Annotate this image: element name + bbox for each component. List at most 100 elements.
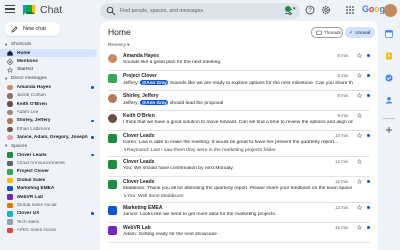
conversation-row[interactable]: Marketing EMEA Janice: Looks like we need… — [100, 203, 378, 223]
space-icon — [7, 177, 13, 184]
unread-dot — [367, 226, 370, 229]
mention-chip[interactable]: @Ann Gray — [140, 100, 169, 105]
direct-messages-header[interactable]: ▾ Direct messages — [0, 74, 100, 83]
avatar — [108, 54, 117, 63]
sidebar-item-clover-leads[interactable]: Clover Leads — [0, 151, 100, 159]
sidebar-item-marketing-emea[interactable]: Marketing EMEA — [0, 184, 100, 192]
message-preview: Maddison: Thank you all for attending th… — [123, 186, 353, 191]
reply-text: You: Well done Maddison! — [127, 194, 184, 199]
sidebar-item-global-sales-social[interactable]: Global sales social — [0, 201, 100, 209]
star-icon[interactable] — [357, 179, 362, 184]
sidebar-item-starred[interactable]: Starred — [0, 66, 100, 74]
sidebar-item-amanda-hayes[interactable]: Amanda Hayes — [0, 83, 100, 91]
star-icon[interactable] — [357, 159, 362, 164]
conversation-row[interactable]: Project Clover Jeffery: @Ann Gray Sounds … — [100, 71, 378, 91]
space-icon — [7, 202, 13, 209]
sidebar-item-tech-sales[interactable]: Tech sales — [0, 218, 100, 226]
sidebar-item-label: Project Clover — [16, 169, 50, 175]
sidebar-item-janice-adam-gregory-joseph[interactable]: Janice, Adam, Gregory, Joseph — [0, 134, 100, 142]
unread-dot — [91, 153, 94, 157]
sidebar-item-shirley-jeffery[interactable]: Shirley, Jeffery — [0, 117, 100, 125]
timestamp: 9 min — [337, 113, 348, 118]
conversation-row[interactable]: Clover Leads Maddison: Thank you all for … — [100, 177, 378, 203]
mention-chip[interactable]: @Ann Gray — [140, 80, 169, 85]
star-icon[interactable] — [357, 205, 362, 210]
main-menu-icon[interactable] — [5, 5, 15, 15]
unread-dot — [91, 85, 94, 89]
row-divider — [108, 242, 370, 243]
timestamp: 10 min — [335, 133, 348, 138]
avatar — [7, 118, 13, 124]
unread-filter-chip[interactable]: ✓ Unread — [345, 27, 375, 38]
unread-dot — [367, 180, 370, 183]
keep-icon[interactable] — [385, 52, 393, 60]
threads-filter-label: Threads — [324, 30, 341, 35]
star-icon[interactable] — [357, 93, 362, 98]
sidebar-item-label: WebVR Lab — [16, 194, 44, 200]
account-avatar[interactable] — [384, 4, 397, 17]
sidebar-item-keith-o-brien[interactable]: Keith O'Brien — [0, 100, 100, 108]
conversation-name: Shirley, Jeffery — [123, 93, 159, 99]
unread-dot — [91, 119, 94, 123]
conversation-row[interactable]: Shirley, Jeffery Jeffery: @Ann Gray shoul… — [100, 91, 378, 111]
sidebar-item-mentions[interactable]: Mentions — [0, 57, 100, 65]
search-icon[interactable] — [106, 6, 116, 16]
shortcuts-header[interactable]: ▾ Shortcuts — [0, 40, 100, 49]
sidebar-item-webvr-lab[interactable]: WebVR Lab — [0, 193, 100, 201]
help-icon[interactable]: ? — [305, 5, 315, 15]
search-bar[interactable]: Find people, spaces, and messages — [100, 3, 300, 19]
message-text: Adam: Getting ready for the next showcas… — [123, 232, 217, 237]
spaces-header[interactable]: ▾ Spaces — [0, 142, 100, 151]
star-icon[interactable] — [357, 225, 362, 230]
spaces-header-label: Spaces — [11, 143, 27, 149]
timestamp: 8 min — [337, 93, 348, 98]
avatar — [108, 94, 117, 103]
sidebar-item-global-sales[interactable]: Global Sales — [0, 176, 100, 184]
star-icon[interactable] — [357, 53, 362, 58]
sidebar-item-label: Global Sales — [16, 177, 46, 183]
star-icon[interactable] — [357, 73, 362, 78]
page-title: Home — [108, 27, 131, 37]
sidebar-item-project-clover[interactable]: Project Clover — [0, 168, 100, 176]
message-text: Janice: Looks like we need to get more d… — [123, 212, 277, 217]
conversation-row[interactable]: Amanda Hayes Sounds like a great plan for… — [100, 51, 378, 71]
sidebar-item-label: Home — [17, 50, 31, 56]
new-chat-button[interactable]: New chat — [5, 22, 60, 36]
star-icon[interactable] — [357, 113, 362, 118]
message-preview: You: We should have confirmation by next… — [123, 166, 234, 171]
threads-filter-chip[interactable]: Threads — [311, 27, 343, 38]
timestamp: 13 min — [335, 205, 348, 210]
conversation-row[interactable]: WebVR Lab Adam: Getting ready for the nex… — [100, 223, 378, 243]
sidebar-item-jacob-colhan[interactable]: Jacob Colhan — [0, 92, 100, 100]
search-input[interactable]: Find people, spaces, and messages — [120, 8, 203, 14]
apps-grid-icon[interactable] — [345, 5, 355, 15]
space-icon — [7, 194, 13, 200]
sidebar-item-label: Clover Leads — [16, 152, 47, 158]
sidebar-item-apec-sales-social[interactable]: APEC sales social — [0, 226, 100, 234]
unread-dot — [367, 94, 370, 97]
space-icon — [108, 206, 117, 215]
status-selector[interactable]: ▾ — [285, 6, 296, 12]
space-icon — [108, 226, 117, 235]
conversation-row[interactable]: Clover Leads You: We should have confirma… — [100, 157, 378, 177]
sidebar-item-home[interactable]: Home — [0, 49, 97, 58]
space-icon — [108, 74, 117, 83]
sidebar-item-clover-ux[interactable]: Clover UX — [0, 210, 100, 218]
star-icon[interactable] — [357, 133, 362, 138]
conversation-row[interactable]: Clover Leads Karen: Lisa is able to make … — [100, 131, 378, 157]
message-preview: Jeffery: @Ann Gray Sounds like we are re… — [123, 80, 353, 86]
calendar-icon[interactable] — [385, 30, 393, 38]
contacts-icon[interactable] — [385, 96, 393, 104]
conversation-row[interactable]: Keith O'Brien I think that we have a good… — [100, 111, 378, 131]
timestamp: 12 min — [335, 159, 348, 164]
sidebar-item-adam-lee[interactable]: Adam Lee — [0, 108, 100, 116]
add-icon[interactable] — [385, 126, 393, 134]
sidebar-item-ethan-lattimore[interactable]: Ethan Lattimore — [0, 125, 100, 133]
settings-gear-icon[interactable] — [321, 5, 331, 15]
tasks-icon[interactable] — [385, 74, 393, 82]
message-preview: Janice: Looks like we need to get more d… — [123, 212, 276, 217]
sidebar-item-cloud-announcements[interactable]: Cloud Announcements — [0, 159, 100, 167]
sort-dropdown[interactable]: Recency ▾ — [108, 42, 129, 48]
message-preview: Sounds like a great plan for the next me… — [123, 60, 221, 65]
message-sender: Jeffery: — [123, 101, 141, 106]
